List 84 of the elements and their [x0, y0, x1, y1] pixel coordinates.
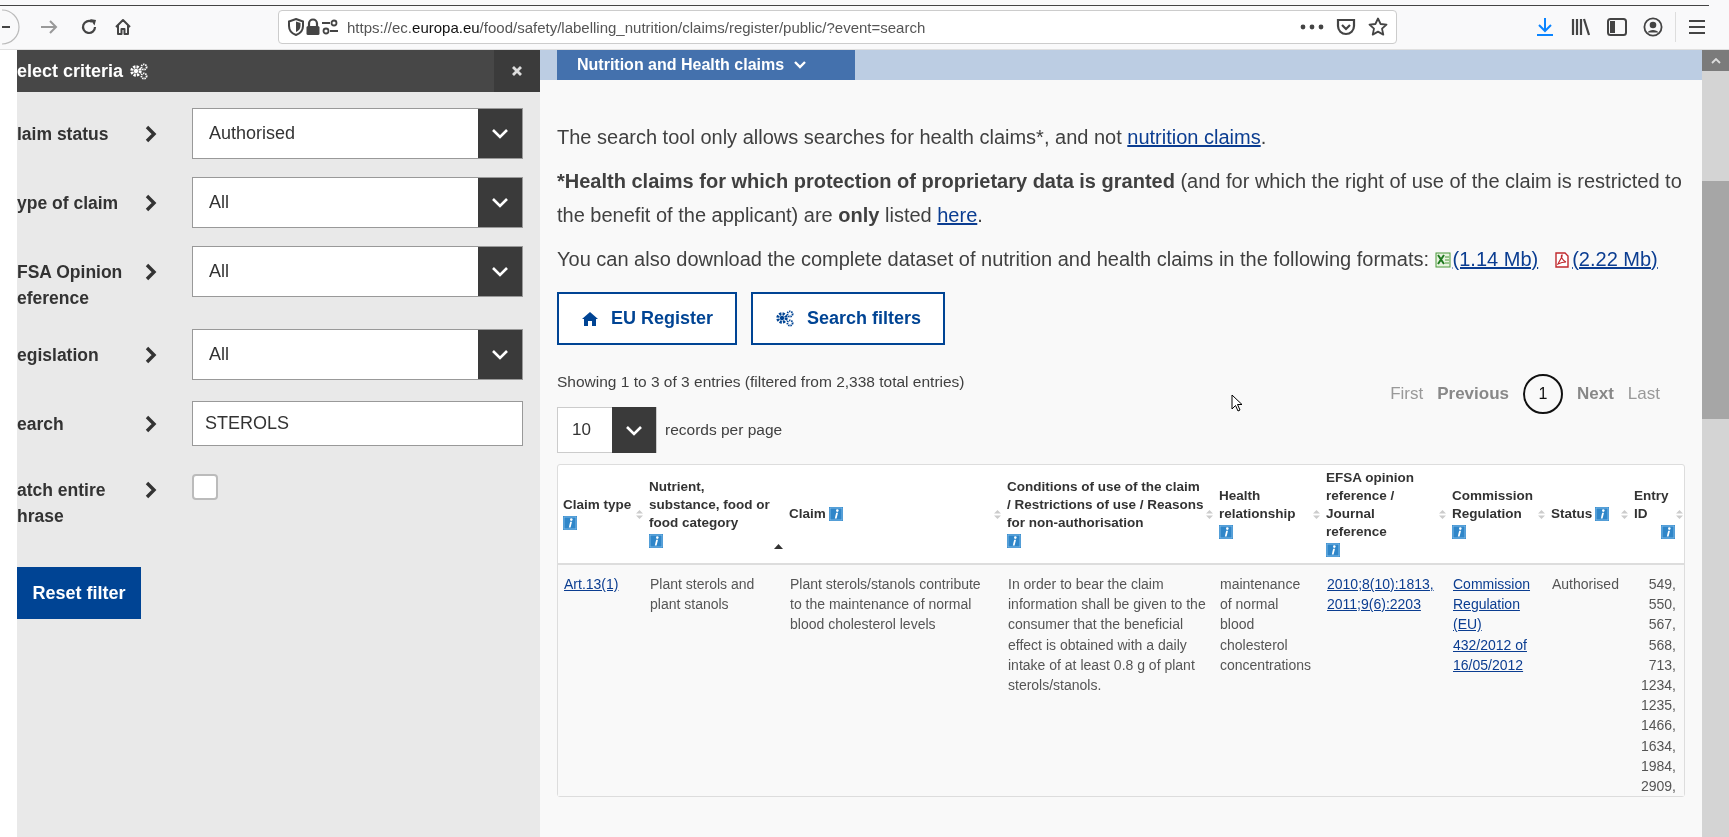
sliders-icon[interactable] [321, 19, 339, 35]
sidebar-icon[interactable] [1607, 18, 1627, 36]
link[interactable]: nutrition claims [1127, 126, 1261, 148]
mouse-cursor-icon [1231, 394, 1243, 412]
forward-icon[interactable] [40, 19, 58, 35]
table-cell: Authorised [1546, 564, 1629, 797]
chevron-right-icon [145, 194, 157, 212]
nav-button[interactable]: Search filters [751, 292, 946, 345]
filter-label: atch entire hrase [17, 479, 107, 528]
chevron-down-icon [491, 127, 509, 140]
home-icon[interactable] [114, 18, 132, 36]
caret-down-icon [794, 61, 807, 69]
chevron-down-icon [625, 423, 643, 437]
filter-label: FSA Opinion eference [17, 261, 124, 310]
lock-icon[interactable] [305, 18, 321, 36]
select-field[interactable]: All [192, 246, 523, 297]
column-header: Conditions of use of the claim / Restrictions of use / Reasons for non-authorisation [1007, 478, 1205, 532]
column-header: EFSA opinion reference / Journal reference [1326, 469, 1415, 541]
tab[interactable]: Nutrition and Health claims [557, 50, 855, 80]
table-cell: Plant sterols and plant stanols [644, 564, 784, 797]
column-header: Claim type [563, 496, 632, 514]
address-bar[interactable]: https://ec.europa.eu/food/safety/labelling_nutrition/claims/register/public/?event=search [278, 10, 1397, 44]
filter-label: ype of claim [17, 192, 120, 215]
table-cell: In order to bear the claim information shall be given to the consumer that the beneficial effect is obtained with a daily intake of at least 0.8 g of plant sterols/stanols. [1002, 564, 1214, 797]
column-header: Commission Regulation [1452, 487, 1534, 523]
shield-chevron-icon[interactable] [1336, 17, 1356, 37]
reload-icon[interactable] [80, 18, 98, 36]
column-header: Claim [789, 505, 826, 523]
paragraph: The search tool only allows searches for health claims*, and not nutrition claims. [557, 125, 1268, 150]
more-icon[interactable] [1300, 24, 1324, 30]
page-number-button[interactable]: 1 [1523, 374, 1563, 414]
table-link[interactable]: 2010;8(10):1813, 2011;9(6):2203 [1327, 574, 1441, 615]
account-icon[interactable] [1643, 17, 1663, 37]
page-length-select[interactable]: 10 [557, 407, 657, 453]
table-cell: Plant sterols/stanols contribute to the maintenance of normal blood cholesterol levels [784, 564, 1002, 797]
sort-ascending-icon[interactable] [774, 544, 783, 549]
chevron-down-icon [491, 196, 509, 209]
table-cell: maintenance of normal blood cholesterol concentrations [1214, 564, 1321, 797]
gears-icon [775, 310, 796, 327]
select-field[interactable]: Authorised [192, 108, 523, 159]
chevron-down-icon [491, 265, 509, 278]
download-icon[interactable] [1535, 17, 1555, 37]
paragraph: You can also download the complete dataset of nutrition and health claims in the following formats: (1.14 Mb) (2.22 Mb) [557, 247, 1659, 272]
table-cell: 549, 550, 567, 568, 713, 1234, 1235, 1466, 1634, 1984, 2909, [1629, 564, 1684, 797]
home-icon [581, 310, 599, 327]
select-field[interactable]: All [192, 177, 523, 228]
filter-label: egislation [17, 344, 100, 367]
chevron-right-icon [145, 346, 157, 364]
url-text: https://ec.europa.eu/food/safety/labelling_nutrition/claims/register/public/?event=search [347, 18, 926, 36]
chevron-down-icon [491, 348, 509, 361]
pdf-icon [1554, 252, 1571, 268]
reset-filter-button[interactable]: Reset filter [17, 567, 141, 619]
nav-button[interactable]: EU Register [557, 292, 738, 345]
close-button[interactable] [494, 50, 540, 92]
download-link[interactable]: (1.14 Mb) [1434, 248, 1539, 270]
checkbox[interactable] [192, 474, 218, 500]
table-link[interactable]: Art.13(1) [564, 574, 638, 595]
page-length-label: records per page [665, 421, 783, 439]
chevron-right-icon [145, 415, 157, 433]
scroll-thumb[interactable] [1702, 181, 1729, 419]
search-field[interactable]: STEROLS [192, 401, 523, 446]
column-header: Nutrient, substance, food or food category [649, 478, 771, 532]
chevron-up-icon [1710, 57, 1721, 64]
chevron-right-icon [145, 481, 157, 499]
menu-icon[interactable] [1688, 19, 1706, 35]
spreadsheet-icon [1434, 252, 1451, 268]
star-icon[interactable] [1368, 17, 1388, 37]
column-header: Entry ID [1634, 487, 1670, 523]
select-field[interactable]: All [192, 329, 523, 380]
chevron-right-icon [145, 125, 157, 143]
column-header: Health relationship [1219, 487, 1297, 523]
download-link[interactable]: (2.22 Mb) [1554, 248, 1658, 270]
chevron-right-icon [145, 263, 157, 281]
link[interactable]: here [937, 204, 978, 226]
books-icon[interactable] [1571, 18, 1591, 36]
entries-info: Showing 1 to 3 of 3 entries (filtered from 2,338 total entries) [557, 373, 965, 391]
gears-icon [129, 62, 150, 80]
shield-icon[interactable] [287, 18, 305, 36]
filter-label: laim status [17, 123, 110, 146]
filter-label: earch [17, 413, 65, 436]
column-header: Status [1551, 505, 1593, 523]
panel-title: elect criteria [17, 60, 124, 82]
paragraph: *Health claims for which protection of proprietary data is granted (and for which the right of use of the claim is restricted to the benefit of the applicant) are only listed here. [557, 169, 1682, 228]
close-icon [511, 65, 523, 77]
